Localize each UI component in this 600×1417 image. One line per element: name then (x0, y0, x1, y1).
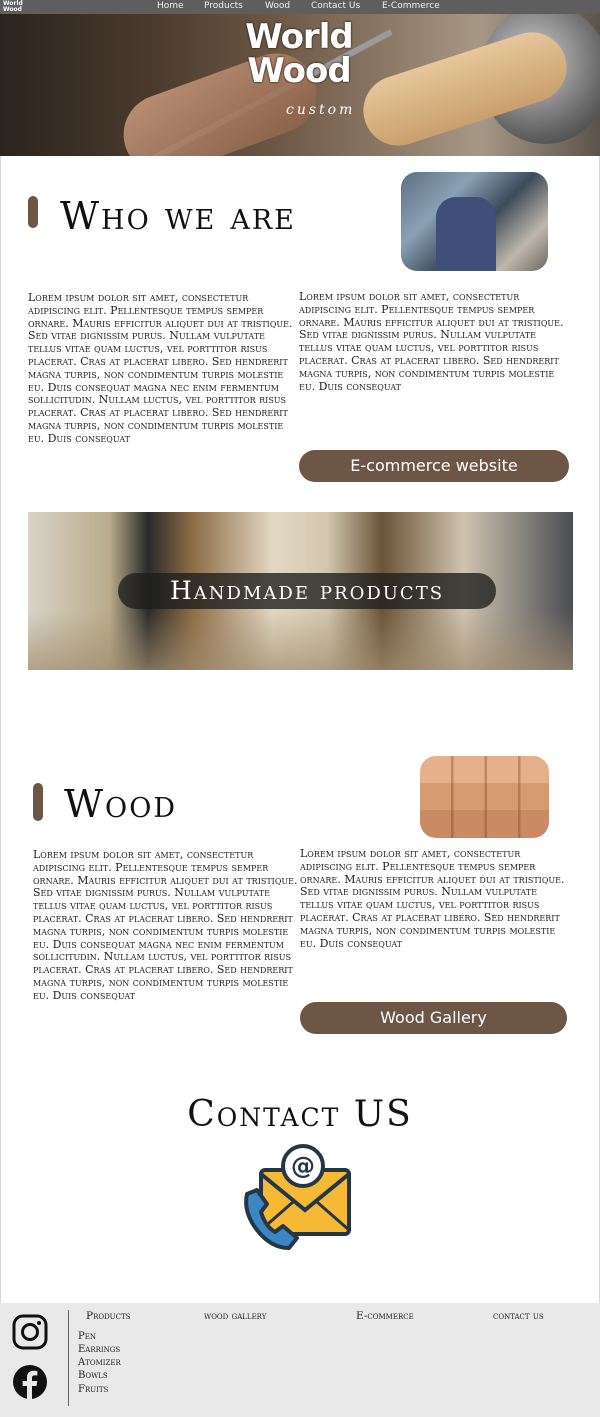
nav-logo[interactable]: World Wood (3, 1, 23, 13)
logo-subtitle: custom (286, 102, 356, 118)
footer-e-commerce-link[interactable]: E-commerce (356, 1310, 414, 1322)
footer-product-fruits[interactable]: Fruits (78, 1384, 108, 1396)
footer-products-link[interactable]: Products (86, 1310, 130, 1322)
instagram-icon[interactable] (12, 1314, 48, 1350)
facebook-icon[interactable] (12, 1364, 48, 1400)
who-text-col2: Lorem ipsum dolor sit amet, consectetur … (299, 290, 564, 393)
wood-heading: Wood (64, 782, 177, 826)
site-logo[interactable]: World Wood (234, 20, 364, 88)
footer-product-bowls[interactable]: Bowls (78, 1370, 108, 1382)
wood-samples-photo (420, 756, 549, 838)
top-nav: World Wood Home Products Wood Contact Us… (0, 0, 600, 14)
wood-shavings (28, 610, 573, 670)
section-accent-bar (28, 196, 38, 228)
nav-e-commerce[interactable]: E-Commerce (382, 1, 440, 11)
handmade-products-label[interactable]: Handmade products (118, 573, 496, 609)
logo-line2: Wood (247, 51, 351, 91)
contact-us-heading: Contact US (187, 1094, 413, 1135)
wood-text-col2: Lorem ipsum dolor sit amet, consectetur … (300, 847, 565, 950)
section-accent-bar (33, 783, 43, 821)
footer-product-pen[interactable]: Pen (78, 1331, 96, 1343)
e-commerce-website-button[interactable]: E-commerce website (299, 450, 569, 482)
footer-product-earrings[interactable]: Earrings (78, 1344, 120, 1356)
nav-wood[interactable]: Wood (265, 1, 290, 11)
nav-products[interactable]: Products (204, 1, 243, 11)
who-we-are-heading: Who we are (60, 194, 296, 238)
workers-photo (401, 172, 548, 271)
nav-contact-us[interactable]: Contact Us (311, 1, 360, 11)
wood-gallery-button[interactable]: Wood Gallery (300, 1002, 567, 1034)
footer-product-atomizer[interactable]: Atomizer (78, 1357, 121, 1369)
wood-text-col1: Lorem ipsum dolor sit amet, consectetur … (33, 848, 298, 1002)
contact-mail-phone-icon[interactable]: @ (243, 1140, 353, 1250)
who-text-col1: Lorem ipsum dolor sit amet, consectetur … (28, 291, 293, 445)
svg-text:@: @ (291, 1152, 315, 1180)
footer-contact-us-link[interactable]: contact us (493, 1310, 544, 1322)
footer-wood-gallery-link[interactable]: wood gallery (204, 1310, 266, 1322)
nav-home[interactable]: Home (157, 1, 184, 11)
nav-logo-line2: Wood (3, 6, 22, 13)
logo-line1: World (245, 17, 353, 57)
footer-divider (68, 1310, 69, 1406)
